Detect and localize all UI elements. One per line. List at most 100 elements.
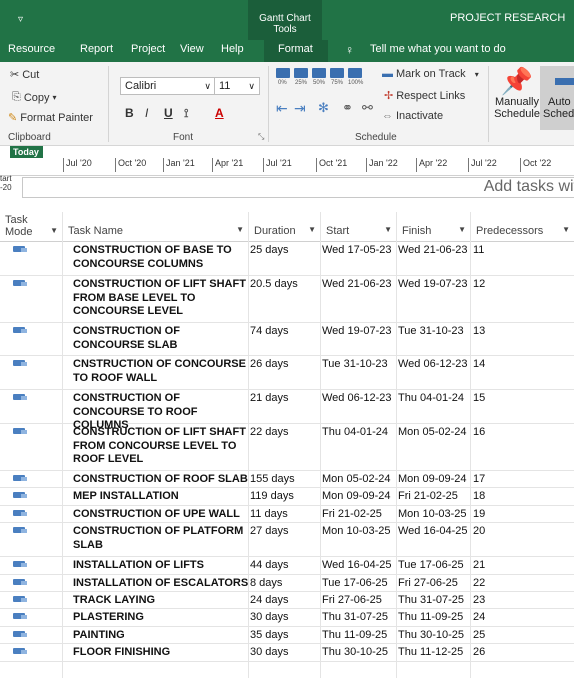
task-name-cell[interactable]: PLASTERING <box>73 611 249 625</box>
finish-cell[interactable]: Wed 19-07-23 <box>398 278 470 292</box>
start-cell[interactable]: Mon 10-03-25 <box>322 525 396 539</box>
dialog-launcher-icon[interactable]: ⤡ <box>258 132 264 142</box>
table-row[interactable]: PAINTING 35 days Thu 11-09-25 Thu 30-10-25 2… <box>0 627 574 644</box>
duration-cell[interactable]: 20.5 days <box>250 278 320 292</box>
predecessors-cell[interactable]: 15 <box>473 392 533 406</box>
zoom-25-icon[interactable] <box>294 68 308 78</box>
respect-links-button[interactable]: ✢ Respect Links <box>384 89 465 103</box>
auto-scheduled-task-icon[interactable] <box>13 428 27 434</box>
column-finish[interactable]: Finish ▼ <box>396 212 470 242</box>
finish-cell[interactable]: Thu 30-10-25 <box>398 629 470 643</box>
table-row[interactable]: INSTALLATION OF ESCALATORS 8 days Tue 17-0… <box>0 575 574 592</box>
table-row[interactable]: CONSTRUCTION OF UPE WALL 11 days Fri 21-02… <box>0 506 574 523</box>
chevron-down-icon[interactable]: ▼ <box>458 225 466 234</box>
table-row[interactable]: FLOOR FINISHING 30 days Thu 30-10-25 Thu 11… <box>0 644 574 662</box>
task-name-cell[interactable]: TRACK LAYING <box>73 594 249 608</box>
start-cell[interactable]: Fri 21-02-25 <box>322 508 396 522</box>
auto-scheduled-task-icon[interactable] <box>13 648 27 654</box>
table-row[interactable]: TRACK LAYING 24 days Fri 27-06-25 Thu 31-07… <box>0 592 574 609</box>
quick-access-dropdown-icon[interactable]: ▿ <box>18 14 23 25</box>
predecessors-cell[interactable]: 20 <box>473 525 533 539</box>
finish-cell[interactable]: Fri 21-02-25 <box>398 490 470 504</box>
finish-cell[interactable]: Thu 04-01-24 <box>398 392 470 406</box>
zoom-0-icon[interactable] <box>276 68 290 78</box>
predecessors-cell[interactable]: 12 <box>473 278 533 292</box>
table-row[interactable]: CONSTRUCTION OF ROOF SLAB 155 days Mon 05-… <box>0 471 574 488</box>
auto-scheduled-task-icon[interactable] <box>13 360 27 366</box>
font-color-button[interactable]: A <box>215 106 224 120</box>
column-duration[interactable]: Duration ▼ <box>248 212 320 242</box>
timeline-bar[interactable]: Add tasks wit <box>22 177 574 198</box>
unlink-tasks-icon[interactable]: ⚯ <box>362 100 373 116</box>
finish-cell[interactable]: Wed 21-06-23 <box>398 244 470 258</box>
zoom-75-icon[interactable] <box>330 68 344 78</box>
start-cell[interactable]: Thu 30-10-25 <box>322 646 396 660</box>
task-name-cell[interactable]: CONSTRUCTION OF LIFT SHAFT FROM CONCOURS… <box>73 426 249 467</box>
format-painter-button[interactable]: ✎ Format Painter <box>8 111 93 125</box>
zoom-100-icon[interactable] <box>348 68 362 78</box>
finish-cell[interactable]: Mon 10-03-25 <box>398 508 470 522</box>
auto-scheduled-task-icon[interactable] <box>13 579 27 585</box>
finish-cell[interactable]: Wed 06-12-23 <box>398 358 470 372</box>
auto-scheduled-task-icon[interactable] <box>13 631 27 637</box>
finish-cell[interactable]: Mon 09-09-24 <box>398 473 470 487</box>
duration-cell[interactable]: 22 days <box>250 426 320 440</box>
duration-cell[interactable]: 24 days <box>250 594 320 608</box>
duration-cell[interactable]: 11 days <box>250 508 320 522</box>
auto-scheduled-task-icon[interactable] <box>13 246 27 252</box>
duration-cell[interactable]: 8 days <box>250 577 320 591</box>
task-name-cell[interactable]: CONSTRUCTION OF ROOF SLAB <box>73 473 249 487</box>
finish-cell[interactable]: Tue 17-06-25 <box>398 559 470 573</box>
start-cell[interactable]: Wed 19-07-23 <box>322 325 396 339</box>
duration-cell[interactable]: 30 days <box>250 611 320 625</box>
zoom-50-icon[interactable] <box>312 68 326 78</box>
cut-button[interactable]: ✂ Cut <box>10 68 39 82</box>
task-name-cell[interactable]: CNSTRUCTION OF CONCOURSE TO ROOF WALL <box>73 358 249 385</box>
table-row[interactable]: PLASTERING 30 days Thu 31-07-25 Thu 11-09-2… <box>0 609 574 627</box>
table-row[interactable]: CNSTRUCTION OF CONCOURSE TO ROOF WALL 26 … <box>0 356 574 390</box>
task-name-cell[interactable]: CONSTRUCTION OF LIFT SHAFT FROM BASE LEV… <box>73 278 249 319</box>
duration-cell[interactable]: 74 days <box>250 325 320 339</box>
table-row[interactable]: CONSTRUCTION OF CONCOURSE TO ROOF COLUMN… <box>0 390 574 431</box>
split-task-icon[interactable]: ✻ <box>318 100 329 116</box>
task-name-cell[interactable]: FLOOR FINISHING <box>73 646 249 660</box>
auto-scheduled-task-icon[interactable] <box>13 475 27 481</box>
auto-scheduled-task-icon[interactable] <box>13 280 27 286</box>
manually-schedule-button[interactable]: 📌 Manually Schedule <box>494 66 540 130</box>
table-row[interactable]: CONSTRUCTION OF LIFT SHAFT FROM CONCOURS… <box>0 424 574 471</box>
predecessors-cell[interactable]: 21 <box>473 559 533 573</box>
auto-scheduled-task-icon[interactable] <box>13 596 27 602</box>
task-name-cell[interactable]: INSTALLATION OF ESCALATORS <box>73 577 249 591</box>
start-cell[interactable]: Thu 11-09-25 <box>322 629 396 643</box>
start-cell[interactable]: Fri 27-06-25 <box>322 594 396 608</box>
start-cell[interactable]: Wed 17-05-23 <box>322 244 396 258</box>
duration-cell[interactable]: 21 days <box>250 392 320 406</box>
task-name-cell[interactable]: CONSTRUCTION OF PLATFORM SLAB <box>73 525 249 552</box>
tell-me-search[interactable]: Tell me what you want to do <box>370 43 506 55</box>
duration-cell[interactable]: 26 days <box>250 358 320 372</box>
chevron-down-icon[interactable]: ▼ <box>384 225 392 234</box>
task-name-cell[interactable]: CONSTRUCTION OF BASE TO CONCOURSE COLUMN… <box>73 244 249 271</box>
auto-scheduled-task-icon[interactable] <box>13 327 27 333</box>
finish-cell[interactable]: Wed 16-04-25 <box>398 525 470 539</box>
link-tasks-icon[interactable]: ⚭ <box>342 100 353 116</box>
start-cell[interactable]: Tue 31-10-23 <box>322 358 396 372</box>
font-name-select[interactable]: Calibri ∨ <box>120 77 216 95</box>
predecessors-cell[interactable]: 14 <box>473 358 533 372</box>
underline-button[interactable]: U <box>164 106 173 120</box>
predecessors-cell[interactable]: 17 <box>473 473 533 487</box>
task-name-cell[interactable]: PAINTING <box>73 629 249 643</box>
duration-cell[interactable]: 30 days <box>250 646 320 660</box>
table-row[interactable]: INSTALLATION OF LIFTS 44 days Wed 16-04-25… <box>0 557 574 575</box>
duration-cell[interactable]: 27 days <box>250 525 320 539</box>
task-name-cell[interactable]: MEP INSTALLATION <box>73 490 249 504</box>
task-name-cell[interactable]: CONSTRUCTION OF CONCOURSE SLAB <box>73 325 249 352</box>
start-cell[interactable]: Wed 16-04-25 <box>322 559 396 573</box>
chevron-down-icon[interactable]: ▼ <box>308 225 316 234</box>
finish-cell[interactable]: Thu 31-07-25 <box>398 594 470 608</box>
chevron-down-icon[interactable]: ▼ <box>50 225 58 237</box>
predecessors-cell[interactable]: 16 <box>473 426 533 440</box>
predecessors-cell[interactable]: 19 <box>473 508 533 522</box>
auto-schedule-button[interactable]: Auto Sched <box>540 66 574 130</box>
auto-scheduled-task-icon[interactable] <box>13 613 27 619</box>
